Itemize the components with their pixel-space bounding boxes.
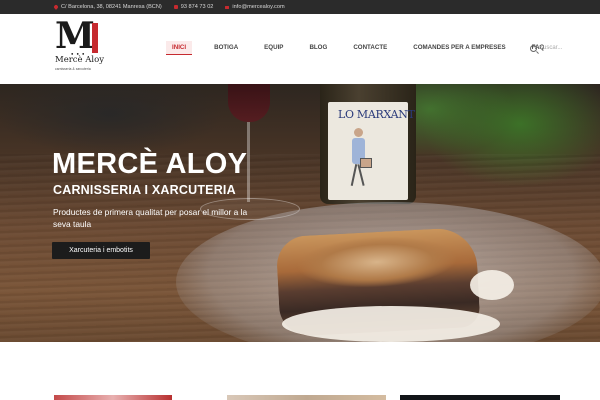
- bottle-illustration: [348, 128, 372, 188]
- sauce-image: [282, 306, 500, 342]
- nav-item-blog[interactable]: BLOG: [303, 41, 333, 55]
- email-item[interactable]: info@mercealoy.com: [225, 4, 285, 10]
- site-logo[interactable]: M ● ● ● Mercè Aloy carnisseria & xarcute…: [54, 15, 104, 75]
- nav-item-botiga[interactable]: BOTIGA: [208, 41, 244, 55]
- hero-title: MERCÈ ALOY: [52, 148, 248, 180]
- nav-item-inici[interactable]: INICI: [166, 41, 193, 55]
- nav-item-comandes-empreses[interactable]: COMANDES PER A EMPRESES: [407, 41, 511, 55]
- logo-tagline: carnisseria & xarcuteria: [55, 67, 91, 71]
- phone-icon: [173, 5, 178, 9]
- wine-bottle-image: LO MARXANT: [320, 84, 416, 204]
- search-input[interactable]: [539, 45, 597, 51]
- map-pin-icon: [53, 4, 59, 10]
- phone-text[interactable]: 93 874 73 02: [181, 4, 214, 10]
- logo-letter: M: [55, 15, 95, 57]
- category-thumb-2[interactable]: [227, 395, 386, 400]
- category-thumb-1[interactable]: [54, 395, 172, 400]
- phone-item[interactable]: 93 874 73 02: [173, 4, 214, 10]
- category-thumbnails: [0, 342, 600, 400]
- address-text: C/ Barcelona, 38, 08241 Manresa (BCN): [61, 4, 162, 10]
- nav-item-contacte[interactable]: CONTACTE: [347, 41, 393, 55]
- hero-description: Productes de primera qualitat per posar …: [53, 207, 248, 229]
- top-contact-bar: C/ Barcelona, 38, 08241 Manresa (BCN) 93…: [0, 0, 600, 14]
- bottle-label: LO MARXANT: [328, 102, 415, 200]
- logo-red-bar: [92, 23, 98, 53]
- hero-subtitle: CARNISSERIA I XARCUTERIA: [53, 183, 236, 197]
- nav-item-equip[interactable]: EQUIP: [258, 41, 289, 55]
- logo-brand: Mercè Aloy: [55, 55, 105, 65]
- search-icon[interactable]: [530, 44, 537, 52]
- mail-icon: [225, 5, 230, 9]
- email-link[interactable]: info@mercealoy.com: [232, 4, 284, 10]
- address-item: C/ Barcelona, 38, 08241 Manresa (BCN): [53, 4, 162, 10]
- xarcuteria-button[interactable]: Xarcuteria i embotits: [52, 242, 150, 259]
- search-box[interactable]: [530, 42, 600, 54]
- main-nav: INICI BOTIGA EQUIP BLOG CONTACTE COMANDE…: [166, 40, 564, 56]
- category-thumb-3[interactable]: [400, 395, 560, 400]
- bottle-label-text: LO MARXANT: [338, 108, 415, 121]
- site-header: M ● ● ● Mercè Aloy carnisseria & xarcute…: [0, 14, 600, 84]
